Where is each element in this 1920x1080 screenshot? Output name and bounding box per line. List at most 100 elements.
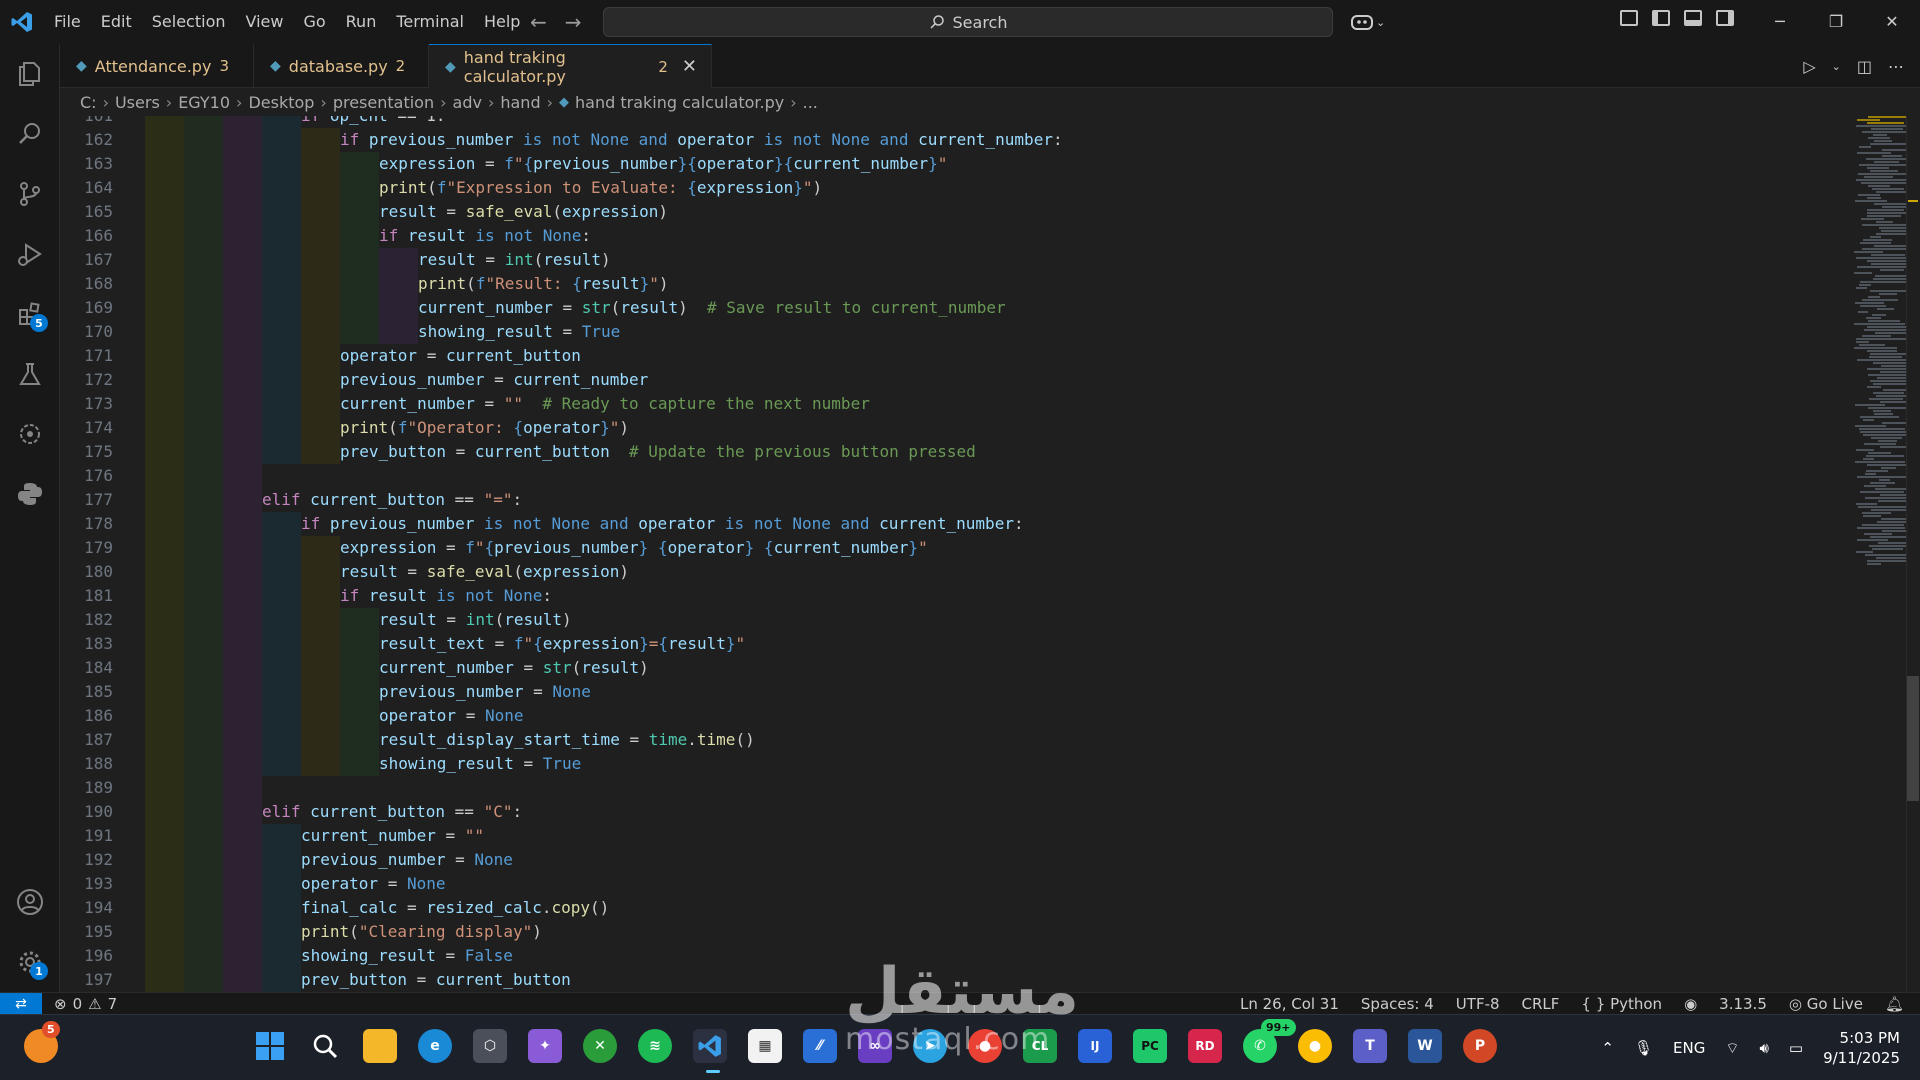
code-line[interactable]: 168 print(f"Result: {result}"): [60, 272, 1790, 296]
python-icon[interactable]: [0, 464, 60, 524]
forward-arrow-icon[interactable]: →: [565, 10, 582, 34]
breadcrumb-item[interactable]: adv: [453, 93, 482, 112]
customize-layout-icon[interactable]: [1620, 10, 1638, 26]
python-interpreter[interactable]: 3.13.5: [1719, 995, 1767, 1013]
code-line[interactable]: 169 current_number = str(result) # Save r…: [60, 296, 1790, 320]
code-line[interactable]: 165 result = safe_eval(expression): [60, 200, 1790, 224]
code-line[interactable]: 187 result_display_start_time = time.time…: [60, 728, 1790, 752]
code-line[interactable]: 191 current_number = "": [60, 824, 1790, 848]
cursor-position[interactable]: Ln 26, Col 31: [1240, 995, 1339, 1013]
remote-indicator-icon[interactable]: ⇄: [0, 992, 42, 1015]
code-line[interactable]: 181 if result is not None:: [60, 584, 1790, 608]
toggle-panel-icon[interactable]: [1684, 10, 1702, 26]
testing-icon[interactable]: [0, 344, 60, 404]
tab-attendance[interactable]: ◆ Attendance.py 3: [60, 44, 254, 88]
clock[interactable]: 5:03 PM 9/11/2025: [1823, 1028, 1900, 1068]
code-line[interactable]: 189: [60, 776, 1790, 800]
show-hidden-icons-chevron-icon[interactable]: ⌃: [1601, 1039, 1614, 1057]
breadcrumb-item[interactable]: Desktop: [248, 93, 314, 112]
microsoft-store-icon[interactable]: ▦: [748, 1029, 782, 1063]
manage-gear-icon[interactable]: 1: [0, 932, 60, 992]
xbox-icon[interactable]: ✕: [583, 1029, 617, 1063]
code-line[interactable]: 179 expression = f"{previous_number} {ope…: [60, 536, 1790, 560]
breadcrumb-item[interactable]: ...: [803, 93, 818, 112]
run-debug-icon[interactable]: [0, 224, 60, 284]
app-icon[interactable]: ⬡: [473, 1029, 507, 1063]
code-line[interactable]: 172 previous_number = current_number: [60, 368, 1790, 392]
code-line[interactable]: 176: [60, 464, 1790, 488]
pycharm-icon[interactable]: PC: [1133, 1029, 1167, 1063]
code-line[interactable]: 193 operator = None: [60, 872, 1790, 896]
code-line[interactable]: 161 if op_cnt == 1:: [60, 116, 1790, 128]
code-line[interactable]: 178 if previous_number is not None and op…: [60, 512, 1790, 536]
close-tab-icon[interactable]: ✕: [682, 56, 697, 77]
code-line[interactable]: 173 current_number = "" # Ready to captur…: [60, 392, 1790, 416]
whatsapp-icon[interactable]: ✆ 99+: [1243, 1019, 1296, 1063]
menu-terminal[interactable]: Terminal: [386, 0, 474, 44]
code-line[interactable]: 184 current_number = str(result): [60, 656, 1790, 680]
chevron-down-icon[interactable]: ⌄: [1832, 60, 1841, 73]
copilot-app-icon[interactable]: ✦: [528, 1029, 562, 1063]
rider-icon[interactable]: RD: [1188, 1029, 1222, 1063]
code-line[interactable]: 177 elif current_button == "=":: [60, 488, 1790, 512]
tab-hand-traking-calculator[interactable]: ◆ hand traking calculator.py 2 ✕: [429, 44, 712, 88]
app-icon-2[interactable]: ⁄⁄: [803, 1029, 837, 1063]
encoding[interactable]: UTF-8: [1456, 995, 1500, 1013]
menu-help[interactable]: Help: [474, 0, 530, 44]
menu-go[interactable]: Go: [293, 0, 335, 44]
code-line[interactable]: 174 print(f"Operator: {operator}"): [60, 416, 1790, 440]
edge-browser-icon[interactable]: e: [418, 1029, 452, 1063]
code-line[interactable]: 192 previous_number = None: [60, 848, 1790, 872]
notifications-bell-icon[interactable]: 🔔︎: [1885, 995, 1904, 1013]
search-view-icon[interactable]: [0, 104, 60, 164]
back-arrow-icon[interactable]: ←: [530, 10, 547, 34]
code-line[interactable]: 185 previous_number = None: [60, 680, 1790, 704]
indentation[interactable]: Spaces: 4: [1361, 995, 1434, 1013]
breadcrumb-item[interactable]: C:: [80, 93, 97, 112]
word-icon[interactable]: W: [1408, 1029, 1442, 1063]
menu-edit[interactable]: Edit: [91, 0, 142, 44]
accounts-icon[interactable]: [0, 872, 60, 932]
battery-icon[interactable]: ▭: [1789, 1039, 1803, 1057]
source-control-icon[interactable]: [0, 164, 60, 224]
code-line[interactable]: 188 showing_result = True: [60, 752, 1790, 776]
remote-explorer-icon[interactable]: [0, 404, 60, 464]
scrollbar-thumb[interactable]: [1907, 676, 1919, 801]
tab-database[interactable]: ◆ database.py 2: [254, 44, 429, 88]
code-line[interactable]: 175 prev_button = current_button # Update…: [60, 440, 1790, 464]
menu-selection[interactable]: Selection: [142, 0, 236, 44]
code-line[interactable]: 167 result = int(result): [60, 248, 1790, 272]
code-line[interactable]: 163 expression = f"{previous_number}{oper…: [60, 152, 1790, 176]
code-line[interactable]: 164 print(f"Expression to Evaluate: {expr…: [60, 176, 1790, 200]
start-menu-icon[interactable]: [253, 1029, 287, 1063]
code-line[interactable]: 180 result = safe_eval(expression): [60, 560, 1790, 584]
menu-file[interactable]: File: [44, 0, 91, 44]
intellij-icon[interactable]: IJ: [1078, 1029, 1112, 1063]
code-line[interactable]: 171 operator = current_button: [60, 344, 1790, 368]
code-line[interactable]: 183 result_text = f"{expression}={result}…: [60, 632, 1790, 656]
code-line[interactable]: 190 elif current_button == "C":: [60, 800, 1790, 824]
teams-icon[interactable]: T: [1353, 1029, 1387, 1063]
widgets-icon[interactable]: 5: [24, 1021, 60, 1063]
close-window-icon[interactable]: ✕: [1864, 0, 1920, 44]
microphone-icon[interactable]: 🎙︎: [1634, 1039, 1653, 1057]
problems-indicator[interactable]: ⊗ 0 ⚠ 7: [54, 995, 117, 1013]
spotify-icon[interactable]: ≋: [638, 1029, 672, 1063]
vscode-taskbar-icon[interactable]: [693, 1029, 727, 1073]
restore-icon[interactable]: ❐: [1808, 0, 1864, 44]
editor-scrollbar[interactable]: [1906, 116, 1920, 992]
line-ending[interactable]: CRLF: [1522, 995, 1560, 1013]
breadcrumb-item[interactable]: Users: [115, 93, 160, 112]
copilot-status-icon[interactable]: ◉: [1684, 995, 1697, 1013]
breadcrumb-item[interactable]: hand traking calculator.py: [575, 93, 784, 112]
breadcrumb-item[interactable]: EGY10: [178, 93, 230, 112]
code-line[interactable]: 170 showing_result = True: [60, 320, 1790, 344]
go-live[interactable]: ◎ Go Live: [1789, 995, 1863, 1013]
volume-icon[interactable]: 🔊︎: [1759, 1039, 1768, 1057]
code-line[interactable]: 195 print("Clearing display"): [60, 920, 1790, 944]
powerpoint-icon[interactable]: P: [1463, 1029, 1497, 1063]
code-line[interactable]: 194 final_calc = resized_calc.copy(): [60, 896, 1790, 920]
more-actions-icon[interactable]: ⋯: [1888, 57, 1904, 76]
command-center-search[interactable]: Search: [603, 7, 1333, 37]
breadcrumb-item[interactable]: presentation: [333, 93, 434, 112]
